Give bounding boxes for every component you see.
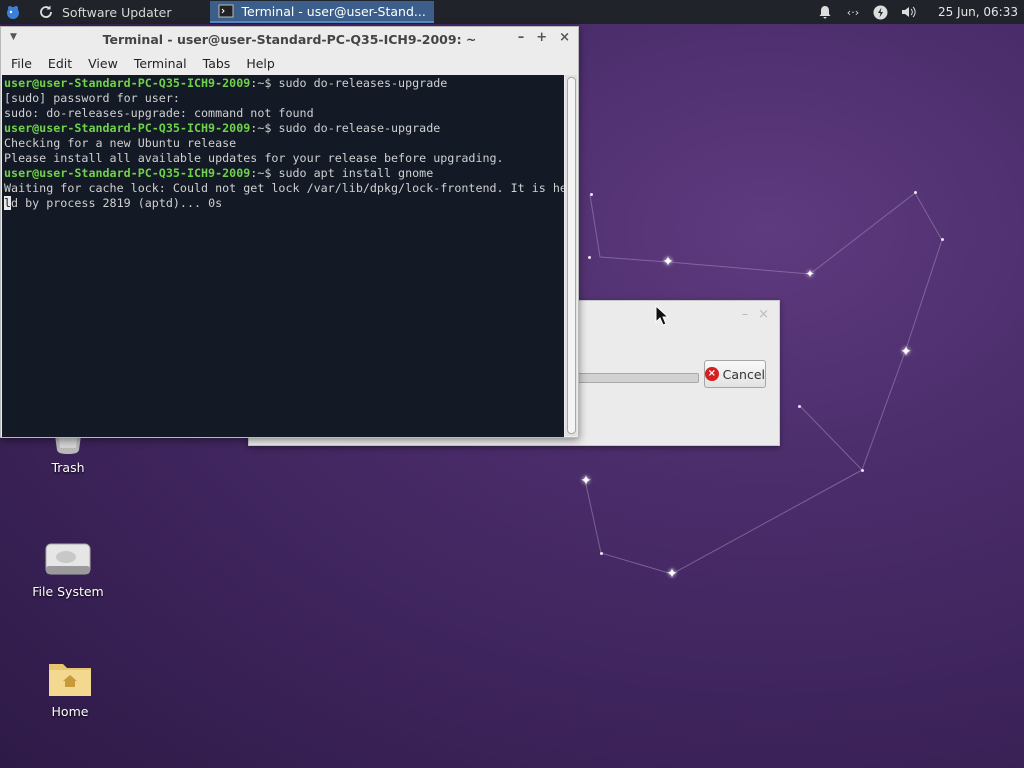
star-dot — [798, 405, 801, 408]
terminal-line: user@user-Standard-PC-Q35-ICH9-2009:~$ s… — [2, 76, 564, 91]
star-dot — [588, 256, 591, 259]
taskbar-item-software-updater[interactable]: Software Updater — [30, 1, 180, 23]
star: ✦ — [900, 344, 912, 360]
cancel-icon: × — [705, 367, 719, 381]
star-dot — [861, 469, 864, 472]
desktop-icon-file-system[interactable]: File System — [23, 538, 113, 599]
output-text: d by process 2819 (aptd)... 0s — [11, 196, 223, 210]
star: ✦ — [805, 267, 815, 281]
cancel-button-label: Cancel — [722, 366, 765, 382]
update-progress-bar — [569, 373, 699, 383]
star-dot — [914, 191, 917, 194]
menu-file[interactable]: File — [1, 56, 40, 71]
clock[interactable]: 25 Jun, 06:33 — [938, 5, 1018, 19]
maximize-icon[interactable]: + — [536, 30, 547, 45]
desktop-icon-label: Home — [51, 704, 89, 719]
home-folder-icon — [47, 660, 93, 698]
prompt-suffix: :~$ — [250, 121, 279, 135]
terminal-line: ld by process 2819 (aptd)... 0s — [2, 196, 564, 211]
refresh-icon — [40, 5, 52, 18]
minimize-icon[interactable]: – — [742, 307, 749, 322]
cancel-button[interactable]: × Cancel — [704, 360, 766, 388]
terminal-line: [sudo] password for user: — [4, 91, 180, 105]
close-icon[interactable]: × — [758, 307, 769, 322]
terminal-output[interactable]: user@user-Standard-PC-Q35-ICH9-2009:~$ s… — [2, 75, 564, 437]
text-cursor: l — [4, 196, 12, 210]
terminal-line: Please install all available updates for… — [4, 151, 504, 165]
drive-icon — [44, 538, 92, 578]
network-icon[interactable]: ‹·› — [844, 3, 862, 21]
window-title: Terminal - user@user-Standard-PC-Q35-ICH… — [102, 31, 477, 47]
prompt-user: user@user-Standard-PC-Q35-ICH9-2009 — [4, 121, 251, 135]
taskbar-item-terminal[interactable]: Terminal - user@user-Stand... — [209, 1, 434, 23]
minimize-icon[interactable]: – — [518, 30, 525, 45]
bell-icon[interactable] — [816, 3, 834, 21]
volume-icon[interactable] — [900, 3, 918, 21]
menu-tabs[interactable]: Tabs — [195, 56, 239, 71]
scrollbar-thumb[interactable] — [567, 77, 576, 434]
terminal-icon — [218, 4, 233, 18]
command-text: sudo do-release-upgrade — [278, 121, 441, 135]
window-menu-icon[interactable]: ▼ — [10, 32, 17, 42]
top-panel: Software Updater Terminal - user@user-St… — [0, 0, 1024, 24]
terminal-window: ▼ Terminal - user@user-Standard-PC-Q35-I… — [0, 26, 579, 438]
terminal-menubar: File Edit View Terminal Tabs Help — [1, 51, 578, 75]
desktop-icon-home[interactable]: Home — [25, 660, 115, 719]
menu-terminal[interactable]: Terminal — [126, 56, 195, 71]
terminal-titlebar[interactable]: ▼ Terminal - user@user-Standard-PC-Q35-I… — [1, 27, 578, 51]
star: ✦ — [580, 473, 592, 489]
prompt-suffix: :~$ — [250, 166, 279, 180]
star: ✦ — [666, 566, 678, 582]
menu-view[interactable]: View — [80, 56, 126, 71]
terminal-line: user@user-Standard-PC-Q35-ICH9-2009:~$ s… — [2, 166, 564, 181]
command-text: sudo apt install gnome — [278, 166, 434, 180]
terminal-line: user@user-Standard-PC-Q35-ICH9-2009:~$ s… — [2, 121, 564, 136]
terminal-line: Waiting for cache lock: Could not get lo… — [4, 181, 564, 195]
command-text: sudo do-releases-upgrade — [278, 76, 448, 90]
system-tray: ‹·› 25 Jun, 06:33 — [816, 0, 1024, 24]
menu-edit[interactable]: Edit — [40, 56, 80, 71]
prompt-user: user@user-Standard-PC-Q35-ICH9-2009 — [4, 76, 251, 90]
prompt-user: user@user-Standard-PC-Q35-ICH9-2009 — [4, 166, 251, 180]
star-dot — [590, 193, 593, 196]
star: ✦ — [662, 254, 674, 270]
whisker-menu-button[interactable] — [0, 0, 26, 24]
power-icon[interactable] — [872, 3, 890, 21]
desktop-icon-label: File System — [32, 584, 104, 599]
menu-help[interactable]: Help — [238, 56, 283, 71]
window-buttons: – + × — [518, 30, 570, 45]
desktop-icon-label: Trash — [51, 460, 85, 475]
terminal-scrollbar[interactable] — [565, 75, 577, 436]
terminal-line: Checking for a new Ubuntu release — [4, 136, 237, 150]
star-dot — [600, 552, 603, 555]
xfce-mouse-icon — [7, 6, 19, 19]
taskbar-item-label: Terminal - user@user-Stand... — [241, 3, 426, 19]
taskbar-item-label: Software Updater — [62, 4, 172, 20]
dialog-window-buttons: – × — [742, 307, 769, 322]
close-icon[interactable]: × — [559, 30, 570, 45]
terminal-line: sudo: do-releases-upgrade: command not f… — [4, 106, 314, 120]
mouse-pointer-icon — [655, 305, 669, 326]
star-dot — [941, 238, 944, 241]
prompt-suffix: :~$ — [250, 76, 279, 90]
